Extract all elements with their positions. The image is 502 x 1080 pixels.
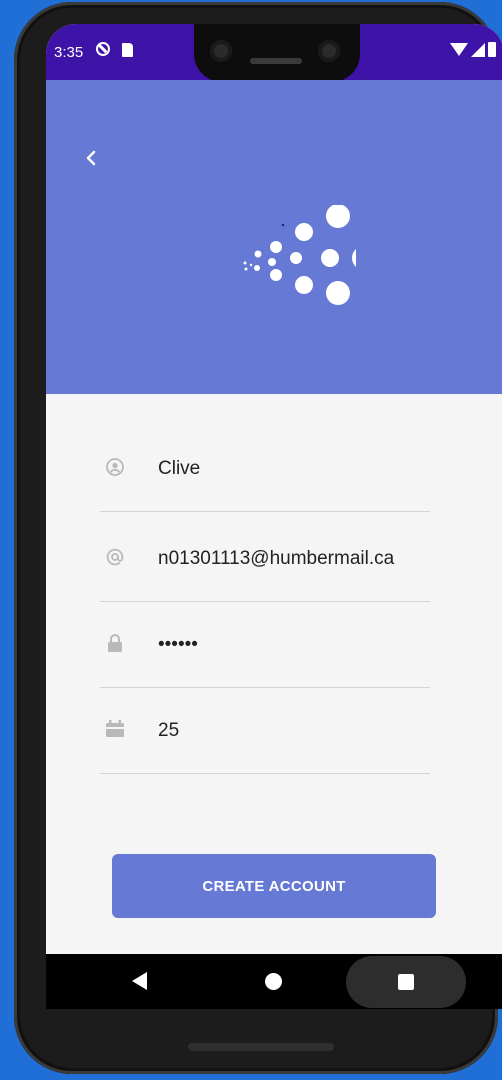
back-arrow-icon[interactable] <box>82 148 102 168</box>
name-underline <box>100 511 430 512</box>
earpiece-speaker <box>250 58 302 64</box>
nav-back-icon[interactable] <box>132 972 147 990</box>
battery-icon <box>488 42 496 57</box>
email-field[interactable]: n01301113@humbermail.ca <box>100 516 434 602</box>
age-input[interactable]: 25 <box>158 720 398 742</box>
name-field[interactable]: Clive <box>100 426 434 512</box>
age-field[interactable]: 25 <box>100 688 434 774</box>
name-input[interactable]: Clive <box>158 458 398 480</box>
android-navigation-bar <box>46 954 502 1009</box>
nav-home-icon[interactable] <box>265 973 282 990</box>
front-camera-icon <box>210 40 232 62</box>
signal-icon <box>471 42 485 57</box>
nav-recents-button[interactable] <box>346 956 466 1008</box>
status-indicators <box>450 42 496 57</box>
do-not-disturb-icon <box>96 42 110 56</box>
password-input[interactable]: •••••• <box>158 634 398 656</box>
front-camera-icon <box>318 40 340 62</box>
phone-frame: 3:35 Clive n01301113@humbermail.ca •••••… <box>14 2 502 1074</box>
email-input[interactable]: n01301113@humbermail.ca <box>158 548 398 570</box>
camera-notch <box>194 24 360 82</box>
device-bottom-speaker <box>188 1043 334 1051</box>
app-screen: 3:35 Clive n01301113@humbermail.ca •••••… <box>46 24 502 1009</box>
wifi-icon <box>450 43 468 56</box>
app-logo-icon <box>243 205 356 305</box>
password-field[interactable]: •••••• <box>100 602 434 688</box>
age-underline <box>100 773 430 774</box>
header-banner <box>46 80 502 394</box>
sd-card-icon <box>122 43 133 57</box>
nav-recents-icon <box>398 974 414 990</box>
create-account-button[interactable]: CREATE ACCOUNT <box>112 854 436 918</box>
status-time: 3:35 <box>54 44 84 61</box>
person-icon <box>106 458 124 476</box>
at-sign-icon <box>106 548 124 566</box>
calendar-icon <box>106 720 124 737</box>
lock-icon <box>108 634 122 652</box>
